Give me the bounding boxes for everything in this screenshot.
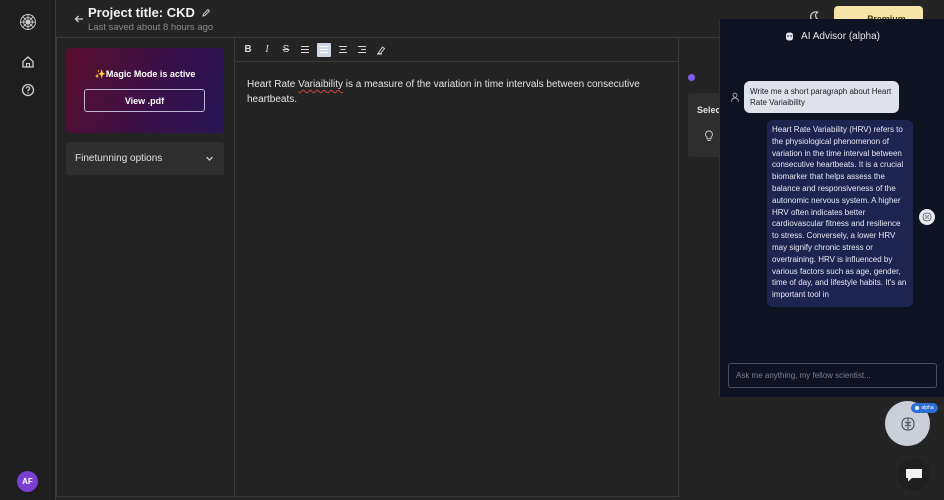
brain-icon (919, 209, 935, 225)
brain-icon (900, 416, 915, 431)
advisor-title: AI Advisor (alpha) (720, 31, 944, 42)
select-card-label: Selec (697, 105, 721, 115)
status-dot (688, 74, 695, 81)
ai-advisor-panel: AI Advisor (alpha) Write me a short para… (719, 19, 944, 397)
alpha-badge: alpha (911, 403, 938, 413)
italic-button[interactable]: I (260, 43, 274, 57)
avatar[interactable]: AF (17, 471, 38, 492)
lightbulb-icon (705, 130, 713, 141)
ai-message: Heart Rate Variability (HRV) refers to t… (767, 120, 913, 307)
chat-button[interactable] (897, 458, 930, 491)
ask-input[interactable] (728, 363, 937, 388)
finetuning-label: Finetunning options (75, 153, 163, 164)
bold-button[interactable]: B (241, 43, 255, 57)
last-saved-text: Last saved about 8 hours ago (88, 22, 214, 33)
user-message: Write me a short paragraph about Heart R… (744, 81, 899, 113)
left-panel: ✨Magic Mode is active View .pdf Finetunn… (56, 37, 234, 497)
chevron-down-icon (206, 156, 213, 161)
help-icon[interactable] (20, 82, 36, 98)
advisor-title-text: AI Advisor (alpha) (801, 31, 880, 42)
clear-format-icon[interactable] (374, 43, 388, 57)
editor-panel: B I S Heart Rate Variaibility is a measu… (234, 37, 679, 497)
logo-icon[interactable] (19, 13, 37, 31)
align-center-button[interactable] (336, 43, 350, 57)
user-icon (731, 92, 739, 102)
document-text-start: Heart Rate (247, 79, 299, 90)
pencil-icon[interactable] (201, 8, 211, 18)
misspelled-word: Variaibility (298, 79, 343, 90)
robot-icon (786, 32, 794, 41)
strikethrough-button[interactable]: S (279, 43, 293, 57)
alpha-badge-label: alpha (921, 405, 934, 411)
align-justify-button[interactable] (317, 42, 331, 57)
align-right-button[interactable] (355, 43, 369, 57)
finetuning-options-dropdown[interactable]: Finetunning options (66, 142, 224, 175)
page-title: Project title: CKD (88, 5, 211, 20)
magic-mode-text: ✨Magic Mode is active (94, 69, 196, 79)
home-icon[interactable] (20, 54, 36, 70)
back-arrow-icon[interactable] (72, 12, 86, 26)
magic-mode-card: ✨Magic Mode is active View .pdf (66, 48, 224, 133)
chat-icon (905, 468, 922, 481)
sidebar-rail: AF (0, 0, 56, 500)
editor-toolbar: B I S (235, 38, 678, 62)
project-title-text: Project title: CKD (88, 5, 195, 20)
document-content[interactable]: Heart Rate Variaibility is a measure of … (247, 77, 652, 107)
align-left-button[interactable] (298, 43, 312, 57)
view-pdf-button[interactable]: View .pdf (84, 89, 205, 112)
